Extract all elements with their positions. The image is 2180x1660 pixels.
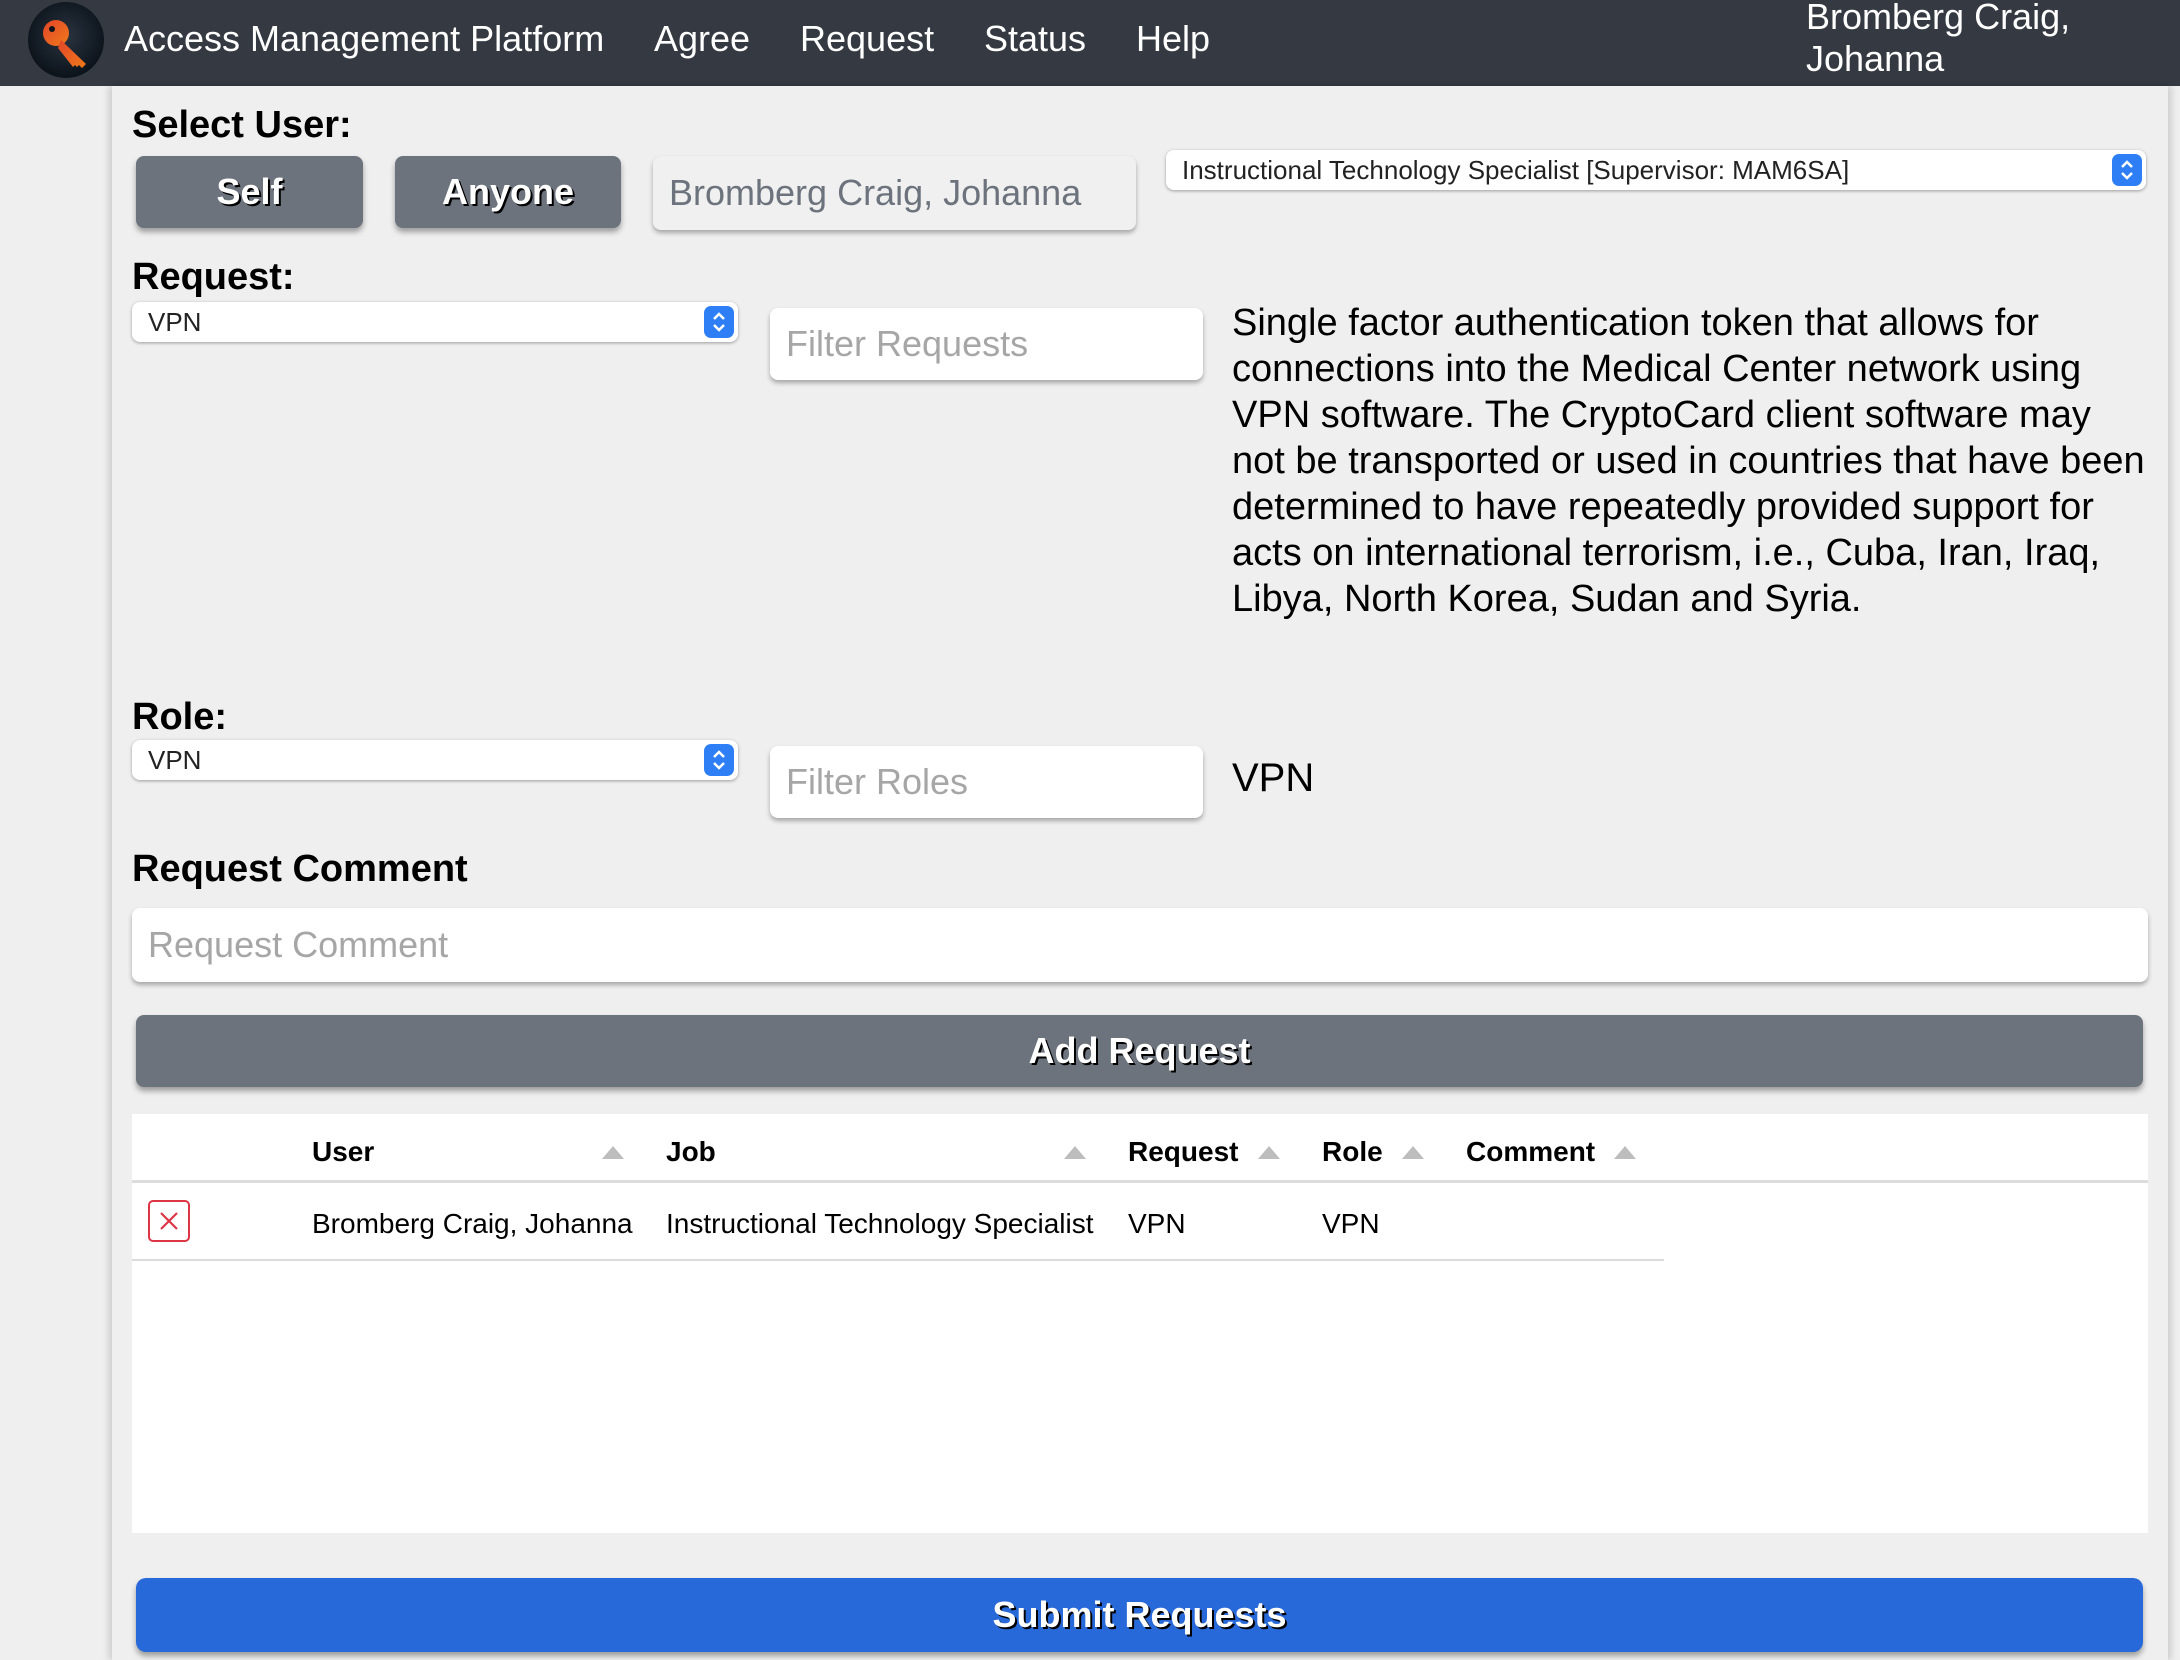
job-select[interactable]: Instructional Technology Specialist [Sup… [1166,150,2146,190]
request-comment-label: Request Comment [132,848,468,890]
sort-ascending-icon[interactable] [1258,1146,1280,1159]
nav-request[interactable]: Request [800,18,934,60]
role-description: VPN [1232,756,1315,800]
filter-roles-input[interactable] [770,746,1203,818]
select-stepper-icon [704,306,734,338]
request-description: Single factor authentication token that … [1232,302,2145,620]
role-label: Role: [132,696,227,738]
job-select-value: Instructional Technology Specialist [Sup… [1182,154,1850,185]
top-navbar: Access Management Platform Agree Request… [0,0,2180,86]
current-user[interactable]: Bromberg Craig, Johanna [1806,0,2126,80]
cell-role: VPN [1322,1208,1380,1239]
sort-ascending-icon[interactable] [1402,1146,1424,1159]
sort-ascending-icon[interactable] [1614,1146,1636,1159]
request-select-value: VPN [148,306,202,337]
cell-job: Instructional Technology Specialist [666,1208,1094,1239]
nav-status[interactable]: Status [984,18,1086,60]
select-stepper-icon [704,744,734,776]
column-header-role[interactable]: Role [1322,1136,1383,1168]
cell-user: Bromberg Craig, Johanna [312,1208,633,1239]
role-select[interactable]: VPN [132,740,738,780]
cell-request: VPN [1128,1208,1186,1239]
select-user-label: Select User: [132,104,352,146]
column-header-request[interactable]: Request [1128,1136,1238,1168]
sort-ascending-icon[interactable] [602,1146,624,1159]
user-name-line1: Bromberg Craig, [1806,0,2071,37]
row-divider [132,1259,1664,1261]
nav-help[interactable]: Help [1136,18,1210,60]
user-field[interactable] [653,156,1136,230]
submit-requests-button[interactable]: Submit Requests [136,1578,2143,1652]
requests-table: User Job Request Role Comment Bromberg C… [132,1114,2148,1533]
add-request-button[interactable]: Add Request [136,1015,2143,1087]
self-button[interactable]: Self [136,156,363,228]
user-name-line2: Johanna [1806,38,1945,79]
filter-requests-input[interactable] [770,308,1203,380]
sort-ascending-icon[interactable] [1064,1146,1086,1159]
anyone-button[interactable]: Anyone [395,156,621,228]
delete-row-button[interactable] [148,1200,190,1242]
select-stepper-icon [2112,154,2142,186]
column-header-user[interactable]: User [312,1136,374,1168]
app-title[interactable]: Access Management Platform [124,18,604,60]
request-comment-input[interactable] [132,908,2148,982]
header-divider [132,1180,2148,1183]
nav-agree[interactable]: Agree [654,18,750,60]
column-header-comment[interactable]: Comment [1466,1136,1595,1168]
role-select-value: VPN [148,744,202,775]
column-header-job[interactable]: Job [666,1136,716,1168]
request-label: Request: [132,256,295,298]
close-icon [160,1212,178,1230]
key-icon[interactable] [28,2,104,78]
request-select[interactable]: VPN [132,302,738,342]
